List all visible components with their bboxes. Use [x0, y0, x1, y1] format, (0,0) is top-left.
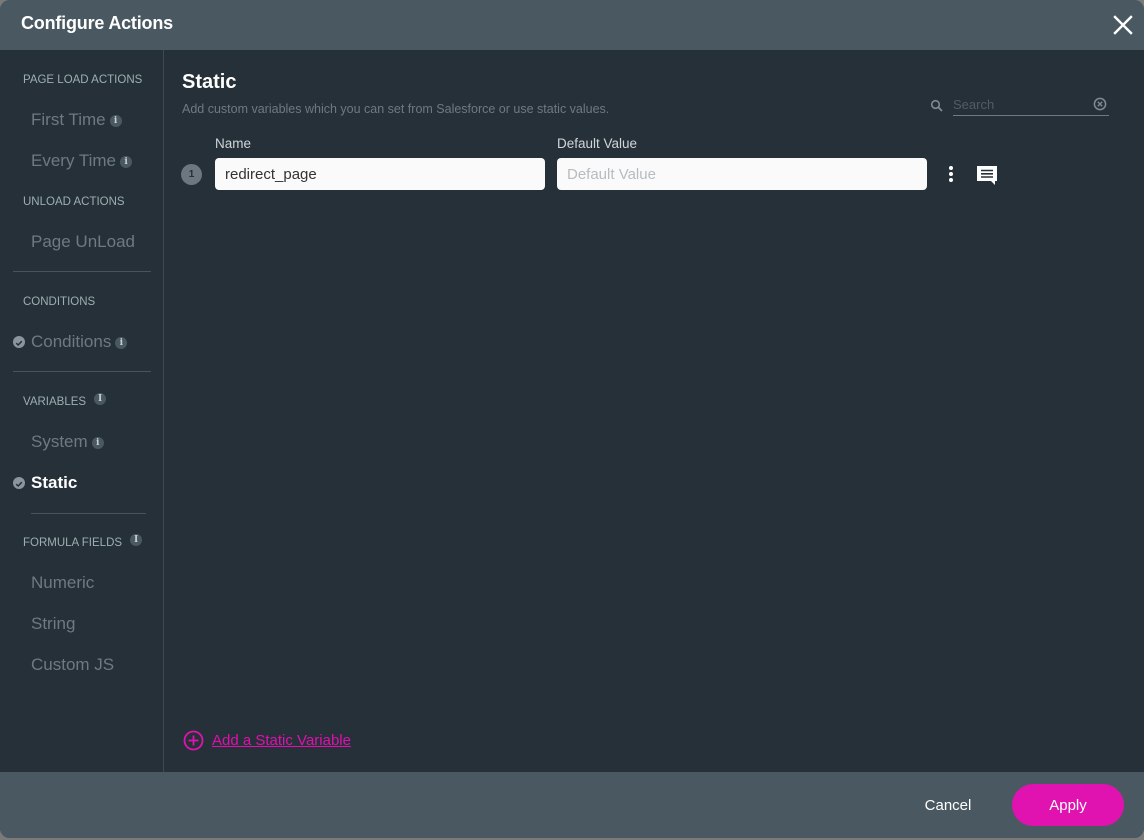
sidebar-item-first-time[interactable]: First Time i: [31, 110, 122, 130]
sidebar-item-label: String: [31, 614, 76, 633]
search-box: [930, 94, 1110, 118]
info-icon[interactable]: i: [91, 436, 104, 449]
info-icon[interactable]: i: [109, 114, 122, 127]
sidebar-item-numeric[interactable]: Numeric: [31, 573, 94, 593]
main-panel: Static Add custom variables which you ca…: [165, 50, 1144, 772]
section-label: FORMULA FIELDS: [23, 537, 123, 549]
column-header-default-value: Default Value: [557, 136, 638, 151]
divider: [13, 271, 151, 272]
variable-name-input[interactable]: [215, 158, 545, 190]
apply-button[interactable]: Apply: [1012, 784, 1124, 826]
section-conditions: CONDITIONS: [23, 296, 96, 308]
default-value-input[interactable]: [557, 158, 927, 190]
add-circle-icon: [183, 730, 204, 751]
search-icon: [930, 99, 943, 112]
configure-actions-modal: Configure Actions PAGE LOAD ACTIONS Firs…: [0, 0, 1144, 838]
check-circle-icon: [13, 336, 25, 348]
divider: [31, 513, 146, 514]
sidebar-item-label: Numeric: [31, 573, 95, 592]
sidebar-item-every-time[interactable]: Every Time i: [31, 151, 133, 171]
add-static-variable-label: Add a Static Variable: [212, 732, 351, 749]
section-formula-fields: FORMULA FIELDS i: [23, 534, 143, 549]
check-circle-icon: [13, 477, 25, 489]
sidebar-item-system[interactable]: System i: [31, 432, 104, 452]
sidebar-item-label: Every Time: [31, 151, 117, 170]
info-icon[interactable]: i: [120, 155, 133, 168]
close-icon: [1113, 15, 1133, 35]
sidebar-item-label: Static: [31, 473, 78, 492]
info-icon[interactable]: i: [115, 336, 128, 349]
divider: [13, 371, 151, 372]
section-label: VARIABLES: [23, 396, 87, 408]
sidebar-item-label: Conditions: [31, 332, 112, 351]
clear-search-icon[interactable]: [1093, 97, 1107, 111]
more-options-icon[interactable]: [943, 163, 959, 185]
modal-header: Configure Actions: [0, 0, 1144, 50]
sidebar: PAGE LOAD ACTIONS First Time i Every Time…: [0, 50, 164, 772]
modal-footer: Cancel Apply: [0, 772, 1144, 838]
column-header-name: Name: [215, 136, 252, 151]
sidebar-item-string[interactable]: String: [31, 614, 75, 634]
sidebar-item-page-unload[interactable]: Page UnLoad: [31, 232, 135, 252]
info-icon[interactable]: i: [94, 393, 107, 405]
search-input[interactable]: [953, 94, 1109, 116]
sidebar-item-conditions[interactable]: Conditions i: [31, 332, 128, 352]
page-title: Static: [182, 71, 237, 93]
section-page-load-actions: PAGE LOAD ACTIONS: [23, 74, 143, 86]
add-static-variable-link[interactable]: Add a Static Variable: [183, 730, 351, 751]
comment-icon[interactable]: [975, 164, 999, 186]
section-unload-actions: UNLOAD ACTIONS: [23, 196, 125, 208]
cancel-button[interactable]: Cancel: [905, 786, 991, 824]
row-number-badge: 1: [181, 164, 202, 185]
page-description: Add custom variables which you can set f…: [182, 102, 610, 116]
sidebar-item-label: Page UnLoad: [31, 232, 135, 251]
sidebar-item-static[interactable]: Static: [31, 473, 77, 493]
sidebar-item-label: System: [31, 432, 88, 451]
close-button[interactable]: [1112, 14, 1134, 36]
info-icon[interactable]: i: [130, 534, 143, 546]
modal-title: Configure Actions: [21, 13, 173, 33]
sidebar-item-custom-js[interactable]: Custom JS: [31, 655, 114, 675]
sidebar-item-label: Custom JS: [31, 655, 115, 674]
sidebar-item-label: First Time: [31, 110, 106, 129]
section-variables: VARIABLES i: [23, 393, 107, 408]
